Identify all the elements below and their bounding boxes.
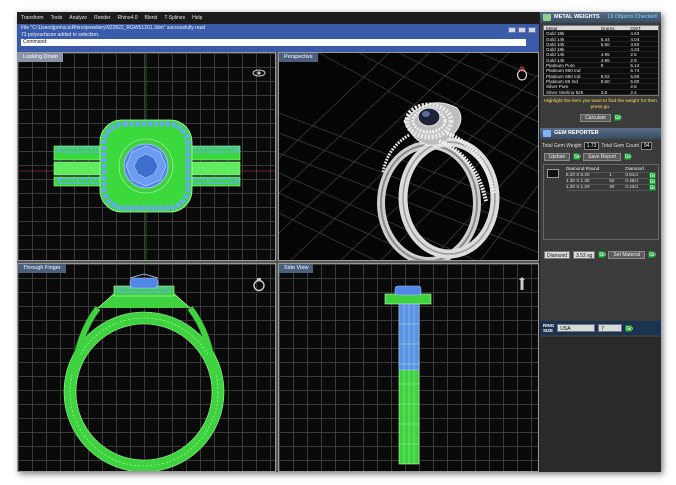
total-gem-weight-label: Total Gem Weight — [542, 142, 582, 149]
command-line-2: 73 polysurfaces added to selection. — [21, 31, 100, 38]
gem-report-table: Diamond Round Diamond 5.20 X 5.20 1 0.51… — [543, 163, 659, 240]
total-gem-weight-value: 1.73 — [583, 141, 600, 150]
gem-row-go-button[interactable]: Go — [648, 183, 656, 191]
panel-empty-area — [540, 337, 661, 472]
menu-analyze[interactable]: Analyze — [69, 15, 87, 21]
minimize-icon[interactable] — [508, 27, 516, 33]
ring-side-icon[interactable] — [514, 276, 530, 292]
command-prompt-input[interactable]: Command: — [21, 39, 526, 46]
calculate-row: Calculate Go — [540, 113, 661, 122]
metal-weights-icon — [543, 14, 551, 21]
gem-type-go-button[interactable]: Go — [598, 251, 606, 259]
set-material-go-button[interactable]: Go — [648, 251, 656, 259]
ring-front-icon[interactable] — [251, 276, 267, 292]
top-view-ring-wireframe — [18, 53, 275, 260]
viewport-looking-down[interactable]: Looking Down — [17, 52, 276, 261]
menu-tools[interactable]: Tools — [51, 15, 63, 21]
jewellery-plugin-panel: METAL WEIGHTS 13 Objects Checked Metal G… — [539, 12, 661, 472]
col-metal: Metal — [546, 26, 558, 31]
menu-help[interactable]: Help — [192, 15, 202, 21]
viewport-title-looking-down[interactable]: Looking Down — [18, 53, 63, 62]
save-report-button[interactable]: Save Report — [583, 152, 621, 161]
command-window-controls — [508, 27, 536, 33]
menu-rhino4[interactable]: Rhino4.0 — [118, 15, 138, 21]
ring-preview-icon[interactable] — [514, 65, 530, 81]
metal-weights-table: Metal Grams DWT Gold 18k 4.63 Gold 14k 5.4… — [543, 25, 659, 96]
viewport-title-perspective[interactable]: Perspective — [279, 53, 318, 62]
weight-hint-text: Highlight the item you want to find the … — [544, 98, 657, 110]
ring-size-select[interactable]: 7 — [598, 324, 623, 332]
gem-reporter-header: GEM REPORTER — [540, 127, 661, 139]
table-row[interactable]: Silver Sterling 925 3.8 2.4 — [544, 90, 658, 95]
menu-bar: Transform Tools Analyze Render Rhino4.0 … — [17, 12, 539, 24]
ring-size-standard-select[interactable]: USA — [557, 324, 596, 332]
gem-actions-row: Update Go Save Report Go — [540, 152, 661, 161]
menu-blend[interactable]: Blend — [145, 15, 158, 21]
set-material-row: Diamond 3.52 sg Go Set Material Go — [540, 250, 661, 259]
ring-size-bar: RING SIZE USA 7 Go — [540, 321, 661, 335]
calculate-button[interactable]: Calculate — [580, 113, 611, 122]
total-gem-count-value: 94 — [640, 141, 653, 150]
objects-checked-note: 13 Objects Checked — [607, 14, 657, 20]
rhino-window: Transform Tools Analyze Render Rhino4.0 … — [17, 12, 661, 472]
gem-density-select[interactable]: 3.52 sg — [573, 250, 596, 259]
ring-size-go-button[interactable]: Go — [625, 324, 633, 332]
gem-reporter-icon — [543, 129, 551, 137]
view-orientation-icon[interactable] — [251, 65, 267, 81]
menu-tsplines[interactable]: T-Splines — [164, 15, 185, 21]
viewport-area: Looking Down Perspective Through Finger … — [17, 52, 539, 472]
metal-weights-title: METAL WEIGHTS — [554, 14, 600, 20]
col-grams: Grams — [600, 26, 615, 31]
gem-row[interactable]: 1.20 X 1.20 40 0.23ct Go — [566, 183, 656, 191]
perspective-ring-render — [279, 53, 538, 260]
viewport-perspective[interactable]: Perspective — [278, 52, 539, 261]
viewport-side-view[interactable]: Side View — [278, 263, 539, 472]
viewport-title-side-view[interactable]: Side View — [279, 264, 314, 273]
menu-render[interactable]: Render — [94, 15, 110, 21]
maximize-icon[interactable] — [518, 27, 526, 33]
gem-reporter-title: GEM REPORTER — [554, 129, 599, 136]
metal-weights-header: METAL WEIGHTS 13 Objects Checked — [540, 12, 661, 23]
front-view-ring-wireframe — [63, 273, 225, 471]
update-button[interactable]: Update — [544, 152, 571, 161]
viewport-title-through-finger[interactable]: Through Finger — [18, 264, 66, 273]
gem-totals-row: Total Gem Weight 1.73 Total Gem Count 94 — [540, 141, 661, 150]
ring-size-label: RING SIZE — [543, 323, 555, 333]
viewport-through-finger[interactable]: Through Finger — [17, 263, 276, 472]
col-dwt: DWT — [630, 26, 641, 31]
total-gem-count-label: Total Gem Count — [601, 142, 639, 149]
side-view-ring-wireframe — [384, 285, 432, 465]
save-report-go-button[interactable]: Go — [623, 153, 632, 161]
command-history: File "C:\Users\jpm\ocs\Rhino\jewellery\9… — [17, 24, 539, 52]
update-go-button[interactable]: Go — [573, 153, 581, 161]
gem-thumbnail-icon — [547, 168, 559, 178]
set-material-button[interactable]: Set Material — [608, 250, 646, 259]
close-icon[interactable] — [528, 27, 536, 33]
gem-type-select[interactable]: Diamond — [544, 250, 571, 259]
menu-transform[interactable]: Transform — [21, 15, 44, 21]
calculate-go-button[interactable]: Go — [613, 114, 622, 122]
